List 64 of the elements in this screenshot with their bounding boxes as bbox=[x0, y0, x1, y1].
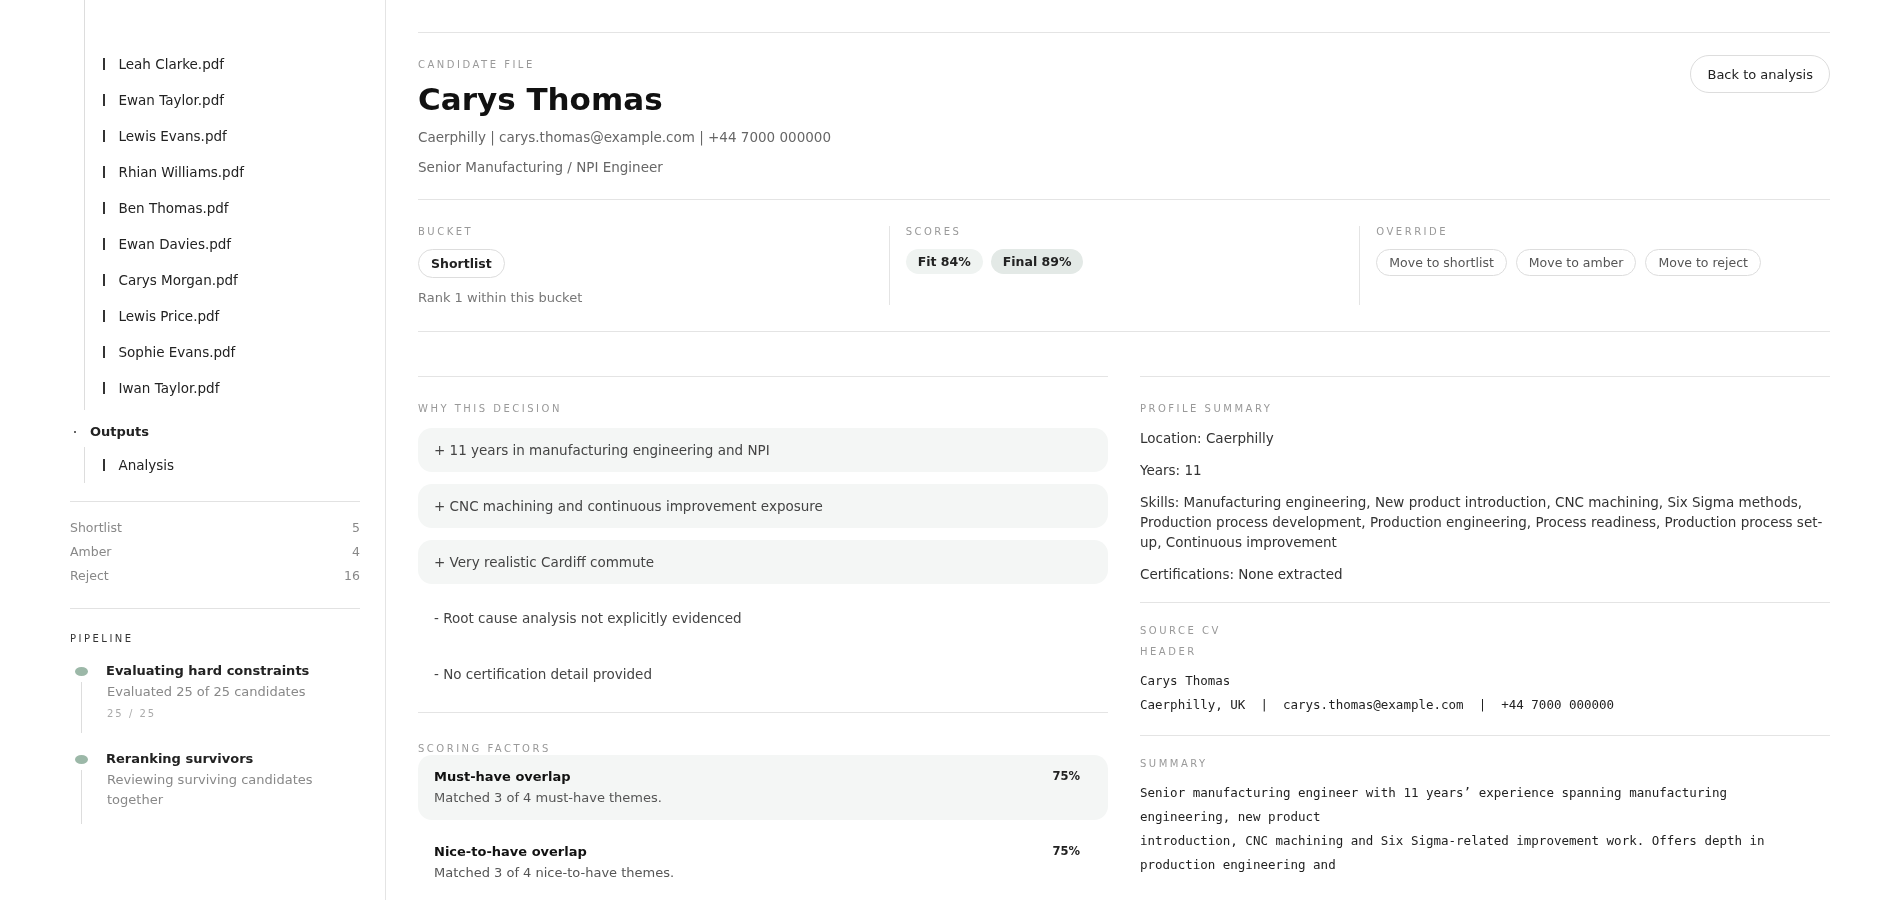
candidate-name: Carys Thomas bbox=[418, 81, 664, 117]
file-item[interactable]: Lewis Price.pdf bbox=[85, 298, 360, 334]
section-title: WHY THIS DECISION bbox=[418, 403, 563, 414]
back-button[interactable]: Back to analysis bbox=[1690, 55, 1830, 93]
reason-item: - No certification detail provided bbox=[433, 665, 653, 684]
file-item[interactable]: Lewis Evans.pdf bbox=[85, 118, 360, 154]
section-title: PROFILE SUMMARY bbox=[1140, 403, 1274, 414]
override-button[interactable]: Move to shortlist bbox=[1376, 249, 1507, 276]
reason-item: + Very realistic Cardiff commute bbox=[418, 540, 1108, 584]
step-title: Evaluating hard constraints bbox=[106, 663, 311, 678]
factor-name: Must-have overlap bbox=[434, 769, 572, 784]
section-title: OVERRIDE bbox=[1376, 226, 1450, 237]
count-value: 5 bbox=[352, 519, 360, 537]
section-title: BUCKET bbox=[418, 226, 475, 237]
cv-line: Carys Thomas bbox=[1140, 672, 1232, 690]
cv-line: introduction, CNC machining and Six Sigma-related improvement work. Offers depth in production engineering and bbox=[1140, 832, 1766, 874]
file-item[interactable]: Iwan Taylor.pdf bbox=[85, 370, 360, 406]
profile-line: Skills: Manufacturing engineering, New product introduction, CNC machining, Six Sigma methods, Production process development, Production engineering, Process readiness, Production process set-up, Continuous improvement bbox=[1140, 493, 1824, 552]
rank-text: Rank 1 within this bucket bbox=[418, 290, 584, 305]
score-chip: Final 89% bbox=[990, 249, 1084, 274]
step-detail: Reviewing surviving candidates together bbox=[107, 771, 314, 809]
cv-line: Caerphilly, UK | carys.thomas@example.com | +44 7000 000000 bbox=[1140, 696, 1616, 714]
file-item[interactable]: Sophie Evans.pdf bbox=[85, 334, 360, 370]
reason-item: + 11 years in manufacturing engineering and NPI bbox=[418, 428, 1108, 472]
subsection-title: HEADER bbox=[1140, 646, 1198, 657]
section-title: SOURCE CV bbox=[1140, 625, 1222, 636]
file-item[interactable]: Ewan Taylor.pdf bbox=[85, 82, 360, 118]
count-label: Shortlist bbox=[70, 519, 122, 537]
eyebrow-label: CANDIDATE FILE bbox=[418, 59, 535, 70]
profile-line: Years: 11 bbox=[1140, 461, 1203, 480]
role-title: Senior Manufacturing / NPI Engineer bbox=[418, 159, 664, 175]
factor-detail: Matched 3 of 4 must-have themes. bbox=[434, 790, 663, 805]
reason-item: + CNC machining and continuous improvement exposure bbox=[418, 484, 1108, 528]
count-value: 16 bbox=[344, 567, 360, 585]
file-item[interactable]: Rhian Williams.pdf bbox=[85, 154, 360, 190]
output-item[interactable]: Analysis bbox=[85, 449, 360, 481]
override-button[interactable]: Move to reject bbox=[1645, 249, 1761, 276]
section-title: SCORING FACTORS bbox=[418, 743, 551, 754]
subsection-title: SUMMARY bbox=[1140, 758, 1209, 769]
reason-item: - Root cause analysis not explicitly evidenced bbox=[433, 609, 743, 628]
score-chip: Fit 84% bbox=[905, 249, 983, 274]
factor-value: 75% bbox=[1052, 769, 1081, 784]
file-item[interactable]: Leah Clarke.pdf bbox=[85, 46, 360, 82]
count-value: 4 bbox=[352, 543, 360, 561]
profile-line: Certifications: None extracted bbox=[1140, 565, 1344, 584]
step-title: Reranking survivors bbox=[106, 751, 255, 766]
file-item[interactable]: Ewan Davies.pdf bbox=[85, 226, 360, 262]
count-label: Reject bbox=[70, 567, 109, 585]
profile-line: Location: Caerphilly bbox=[1140, 429, 1275, 448]
folder-label[interactable]: Outputs bbox=[90, 424, 150, 439]
factor-name: Nice-to-have overlap bbox=[434, 844, 588, 859]
override-button[interactable]: Move to amber bbox=[1515, 249, 1637, 276]
contact-line: Caerphilly | carys.thomas@example.com | +44 7000 000000 bbox=[418, 129, 831, 145]
status-dot-icon bbox=[75, 667, 88, 676]
factor-value: 75% bbox=[1052, 844, 1081, 859]
factor-detail: Matched 3 of 4 nice-to-have themes. bbox=[434, 865, 676, 880]
count-label: Amber bbox=[70, 543, 112, 561]
status-dot-icon bbox=[75, 755, 88, 764]
section-title: PIPELINE bbox=[70, 633, 134, 644]
section-title: SCORES bbox=[905, 226, 963, 237]
step-detail: Evaluated 25 of 25 candidates bbox=[107, 683, 307, 701]
step-count: 25 / 25 bbox=[107, 708, 158, 719]
file-item[interactable]: Ben Thomas.pdf bbox=[85, 190, 360, 226]
file-item[interactable]: Carys Morgan.pdf bbox=[85, 262, 360, 298]
